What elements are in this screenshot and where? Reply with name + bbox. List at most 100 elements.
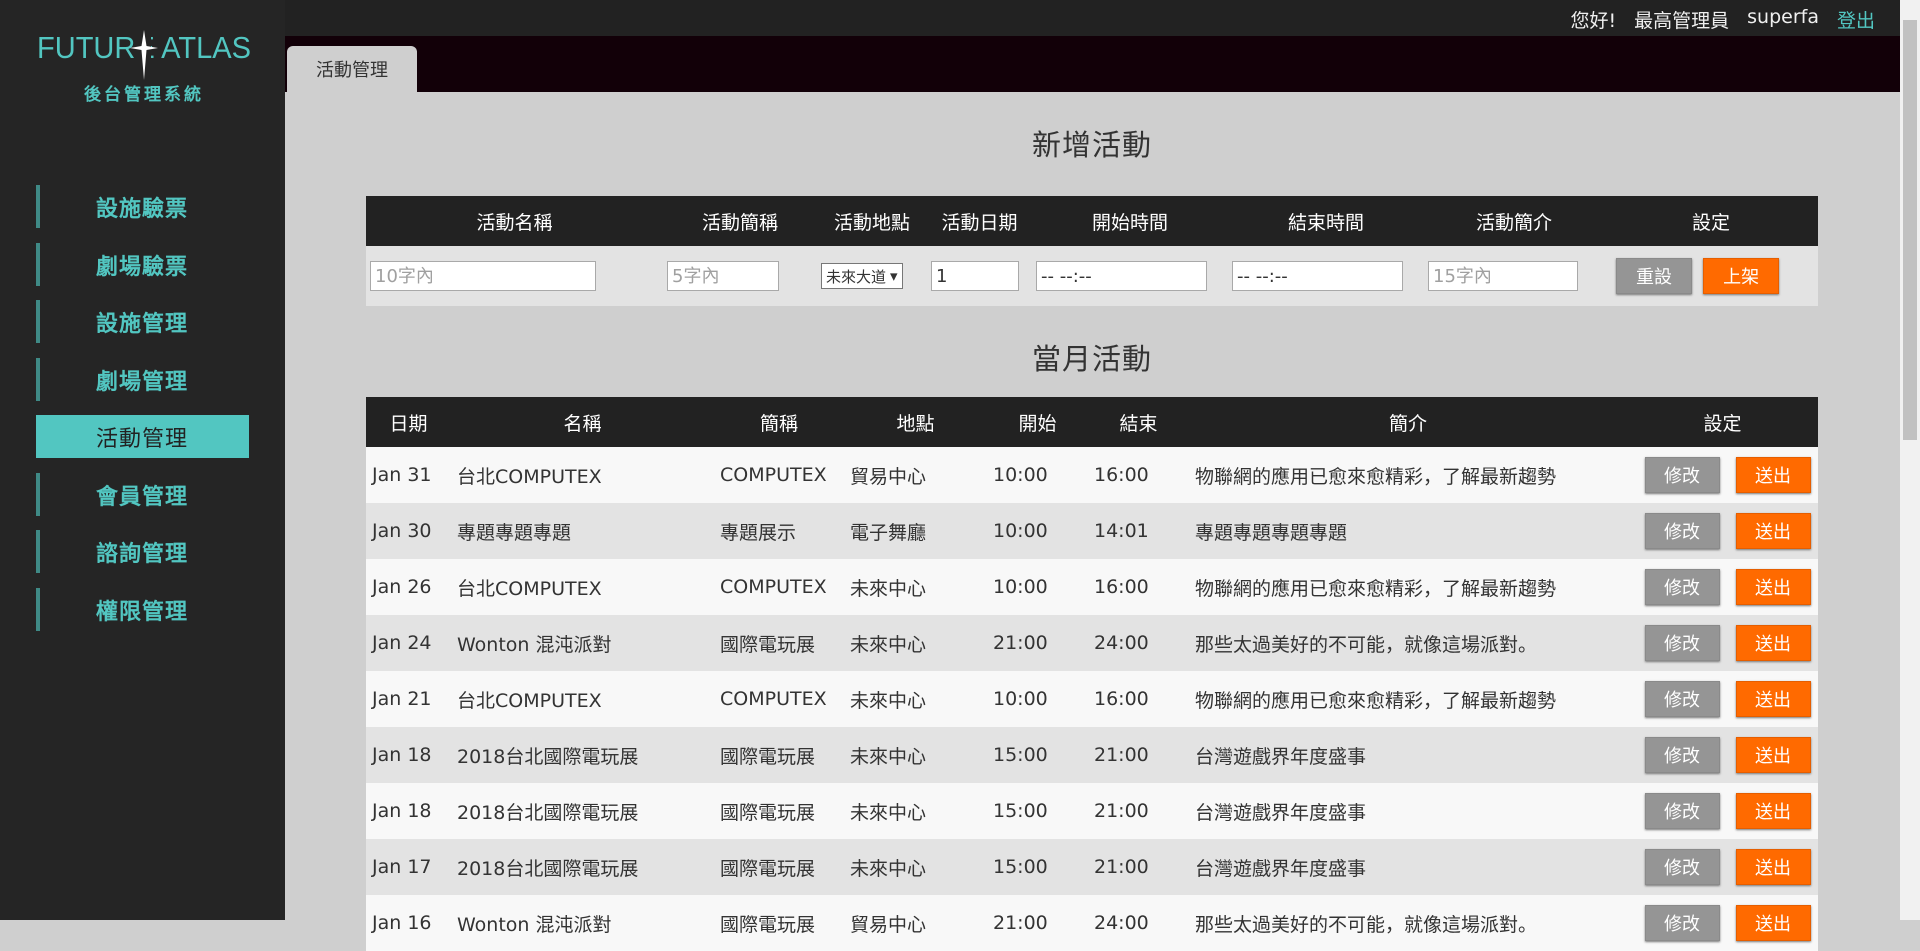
sidebar-item-label: 設施管理 [96,311,189,337]
top-bar: 您好! 最高管理員 superfa 登出 [285,0,1900,36]
event-intro: 台灣遊戲界年度盛事 [1189,727,1627,783]
tab-activity-management[interactable]: 活動管理 [287,46,417,92]
scrollbar-thumb[interactable] [1903,20,1917,440]
event-date: Jan 21 [366,671,451,727]
new-event-input-row: 未來大道 ▾ 重設 上架 [366,246,1818,306]
reset-button[interactable]: 重設 [1616,258,1692,294]
row-actions: 修改 送出 [1627,783,1818,839]
edit-button[interactable]: 修改 [1644,513,1720,549]
event-intro-input[interactable] [1428,261,1578,291]
event-end: 21:00 [1088,839,1189,895]
send-button[interactable]: 送出 [1735,625,1811,661]
row-actions: 修改 送出 [1627,839,1818,895]
user-role: 最高管理員 [1634,10,1730,32]
event-intro: 物聯網的應用已愈來愈精彩，了解最新趨勢 [1189,671,1627,727]
sidebar-item[interactable]: 諮詢管理 [36,530,249,573]
table-row: Jan 18 2018台北國際電玩展 國際電玩展 未來中心 15:00 21:00 台灣遊戲… [366,727,1818,783]
event-location-select[interactable]: 未來大道 ▾ [821,263,903,289]
column-header: 設定 [1627,397,1818,447]
sidebar-item[interactable]: 權限管理 [36,588,249,631]
send-button[interactable]: 送出 [1735,681,1811,717]
event-short-name: 國際電玩展 [714,783,844,839]
sidebar-item[interactable]: 設施管理 [36,300,249,343]
sidebar-item[interactable]: 設施驗票 [36,185,249,228]
edit-button[interactable]: 修改 [1644,849,1720,885]
event-start: 10:00 [987,671,1088,727]
monthly-events-table: 日期 名稱 簡稱 地點 開始 結束 簡介 設定 Jan 31 台北COMPUTEX… [366,397,1818,951]
send-button[interactable]: 送出 [1735,513,1811,549]
event-name: 台北COMPUTEX [451,447,714,503]
table-row: Jan 31 台北COMPUTEX COMPUTEX 貿易中心 10:00 16:00 物聯… [366,447,1818,503]
send-button[interactable]: 送出 [1735,793,1811,829]
column-header: 結束 [1088,397,1189,447]
sidebar-item-indicator [36,358,40,401]
event-intro: 物聯網的應用已愈來愈精彩，了解最新趨勢 [1189,559,1627,615]
logo[interactable]: FUTURE ATLAS 後台管理系統 [36,28,252,118]
row-actions: 修改 送出 [1627,615,1818,671]
event-end: 21:00 [1088,783,1189,839]
sidebar-item-indicator [36,588,40,631]
column-header: 設定 [1604,196,1818,246]
event-location: 未來中心 [844,559,987,615]
sidebar-item-indicator [36,185,40,228]
send-button[interactable]: 送出 [1735,737,1811,773]
event-start: 15:00 [987,727,1088,783]
edit-button[interactable]: 修改 [1644,905,1720,941]
logout-link[interactable]: 登出 [1837,6,1875,33]
events-header-row: 日期 名稱 簡稱 地點 開始 結束 簡介 設定 [366,397,1818,447]
event-intro: 物聯網的應用已愈來愈精彩，了解最新趨勢 [1189,447,1627,503]
monthly-events-title: 當月活動 [1031,342,1152,376]
event-start-time-input[interactable] [1036,261,1207,291]
sidebar-item[interactable]: 活動管理 [36,415,249,458]
event-end: 21:00 [1088,727,1189,783]
event-location: 貿易中心 [844,895,987,951]
event-short-name: 國際電玩展 [714,615,844,671]
event-short-name: 國際電玩展 [714,895,844,951]
edit-button[interactable]: 修改 [1644,457,1720,493]
event-location: 未來中心 [844,783,987,839]
event-date: Jan 31 [366,447,451,503]
greeting: 您好! [1570,10,1617,32]
event-name: 2018台北國際電玩展 [451,783,714,839]
sidebar-item-label: 劇場驗票 [96,254,189,280]
event-name: Wonton 混沌派對 [451,895,714,951]
edit-button[interactable]: 修改 [1644,681,1720,717]
event-date: Jan 18 [366,783,451,839]
column-header: 活動簡稱 [663,196,817,246]
send-button[interactable]: 送出 [1735,457,1811,493]
sidebar-item-label: 權限管理 [96,599,189,625]
edit-button[interactable]: 修改 [1644,737,1720,773]
edit-button[interactable]: 修改 [1644,569,1720,605]
send-button[interactable]: 送出 [1735,849,1811,885]
column-header: 活動簡介 [1424,196,1604,246]
event-short-name: COMPUTEX [714,559,844,615]
column-header: 開始 [987,397,1088,447]
edit-button[interactable]: 修改 [1644,625,1720,661]
event-intro: 那些太過美好的不可能，就像這場派對。 [1189,615,1627,671]
event-end: 16:00 [1088,671,1189,727]
column-header: 活動日期 [927,196,1032,246]
send-button[interactable]: 送出 [1735,569,1811,605]
send-button[interactable]: 送出 [1735,905,1811,941]
event-short-name: 國際電玩展 [714,839,844,895]
event-short-name-input[interactable] [667,261,779,291]
event-location: 電子舞廳 [844,503,987,559]
column-header: 地點 [844,397,987,447]
row-actions: 修改 送出 [1627,503,1818,559]
edit-button[interactable]: 修改 [1644,793,1720,829]
sidebar-item-label: 活動管理 [96,426,189,452]
event-end: 14:01 [1088,503,1189,559]
sidebar-item[interactable]: 劇場驗票 [36,243,249,286]
event-name-input[interactable] [370,261,596,291]
logo-subtitle: 後台管理系統 [84,84,204,105]
event-intro: 台灣遊戲界年度盛事 [1189,783,1627,839]
event-date-input[interactable] [931,261,1019,291]
sidebar-item[interactable]: 會員管理 [36,473,249,516]
page-scrollbar[interactable] [1900,0,1920,920]
publish-button[interactable]: 上架 [1703,258,1780,294]
event-intro: 台灣遊戲界年度盛事 [1189,839,1627,895]
sidebar-item-indicator [36,415,40,458]
event-end-time-input[interactable] [1232,261,1403,291]
event-location: 未來中心 [844,615,987,671]
sidebar-item[interactable]: 劇場管理 [36,358,249,401]
